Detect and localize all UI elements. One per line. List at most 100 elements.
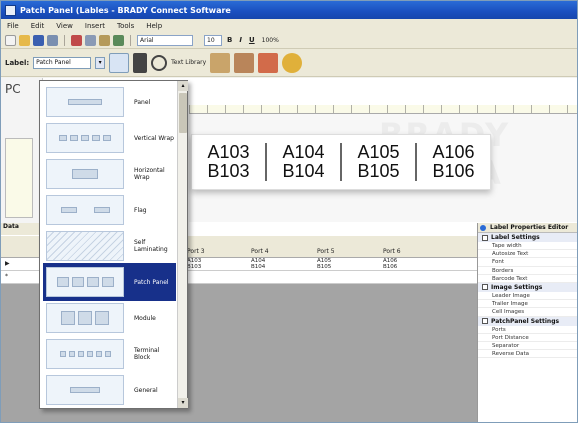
property-row[interactable]: Leader Image xyxy=(478,292,577,301)
port-bottom-text: B104 xyxy=(282,161,325,181)
zoom-select[interactable]: 100% xyxy=(260,37,281,44)
properties-panel: Label Properties Editor Label Settings T… xyxy=(477,223,577,422)
port-top-text: A106 xyxy=(432,142,475,162)
table-cell[interactable]: A104 B104 xyxy=(251,258,265,270)
dropdown-item-patch-panel[interactable]: Patch Panel xyxy=(43,263,176,301)
paste-icon[interactable] xyxy=(99,34,110,46)
vertical-wrap-thumbnail-icon xyxy=(46,123,124,153)
font-size-select[interactable]: 10 xyxy=(204,34,222,46)
property-row[interactable]: Trailer Image xyxy=(478,300,577,309)
property-row[interactable]: Separator xyxy=(478,342,577,351)
column-header[interactable]: Port 3 xyxy=(187,248,205,255)
property-row[interactable]: Ports xyxy=(478,326,577,334)
dropdown-item-horizontal-wrap[interactable]: Horizontal Wrap xyxy=(43,155,176,193)
dropdown-item-module[interactable]: Module xyxy=(43,299,176,337)
print-icon[interactable] xyxy=(47,34,58,46)
text-library-button[interactable]: Text Library xyxy=(171,59,206,66)
dropdown-item-vertical-wrap[interactable]: Vertical Wrap xyxy=(43,119,176,157)
new-row-marker[interactable]: * xyxy=(5,273,8,280)
bold-button[interactable]: B xyxy=(225,36,234,44)
insert-pattern-icon[interactable] xyxy=(234,52,255,73)
label-layout-icon[interactable] xyxy=(109,52,130,73)
port-cell[interactable]: A103 B103 xyxy=(192,143,267,181)
property-row[interactable]: Reverse Data xyxy=(478,350,577,359)
cut-icon[interactable] xyxy=(71,34,82,46)
italic-button[interactable]: I xyxy=(237,36,244,44)
save-icon[interactable] xyxy=(33,34,44,46)
zoom-lens-icon[interactable] xyxy=(151,54,168,71)
label-type-select[interactable]: Patch Panel xyxy=(33,56,92,69)
port-cell[interactable]: A106 B106 xyxy=(417,143,490,181)
port-top-text: A103 xyxy=(207,142,250,162)
horizontal-ruler xyxy=(189,105,577,114)
property-row[interactable]: Port Distance xyxy=(478,334,577,342)
table-cell[interactable]: A105 B105 xyxy=(317,258,331,270)
property-row[interactable]: Borders xyxy=(478,267,577,275)
dropdown-scrollbar[interactable]: ▴ ▾ xyxy=(177,81,188,408)
menu-tools[interactable]: Tools xyxy=(117,22,134,30)
label-type-dropdown-arrow[interactable]: ▾ xyxy=(95,56,106,69)
menu-file[interactable]: File xyxy=(7,22,19,30)
new-file-icon[interactable] xyxy=(5,34,16,46)
module-thumbnail-icon xyxy=(46,303,124,333)
underline-button[interactable]: U xyxy=(247,36,257,44)
section-label-settings[interactable]: Label Settings xyxy=(478,233,577,242)
dropdown-item-label: Panel xyxy=(134,98,151,106)
dropdown-item-general[interactable]: General xyxy=(43,371,176,409)
column-header[interactable]: Port 5 xyxy=(317,248,335,255)
font-name-select[interactable]: Arial xyxy=(137,34,193,46)
property-row[interactable]: Cell Images xyxy=(478,308,577,317)
dropdown-item-label: Patch Panel xyxy=(134,278,169,286)
title-bar: Patch Panel (Lables - BRADY Connect Soft… xyxy=(1,1,577,19)
dropdown-item-label: Flag xyxy=(134,206,147,214)
app-window: Patch Panel (Lables - BRADY Connect Soft… xyxy=(0,0,578,423)
label-type-caption: Label: xyxy=(5,58,30,67)
column-header[interactable]: Port 6 xyxy=(383,248,401,255)
dropdown-item-panel[interactable]: Panel xyxy=(43,83,176,121)
dropdown-item-label: General xyxy=(134,386,158,394)
scroll-thumb[interactable] xyxy=(179,93,187,133)
label-preview[interactable]: A103 B103 A104 B104 A105 B105 A106 B106 xyxy=(191,134,491,190)
properties-title-text: Label Properties Editor xyxy=(490,224,569,231)
scroll-up-icon[interactable]: ▴ xyxy=(178,81,188,91)
dropdown-item-terminal-block[interactable]: Terminal Block xyxy=(43,335,176,373)
dropdown-item-label: Vertical Wrap xyxy=(134,134,174,142)
menu-help[interactable]: Help xyxy=(146,22,162,30)
table-cell[interactable]: A103 B103 xyxy=(187,258,201,270)
insert-box-icon[interactable] xyxy=(210,52,231,73)
panel-thumbnail-icon xyxy=(46,87,124,117)
port-cell[interactable]: A104 B104 xyxy=(267,143,342,181)
menu-insert[interactable]: Insert xyxy=(85,22,105,30)
collapse-icon[interactable] xyxy=(482,234,488,241)
copy-icon[interactable] xyxy=(85,34,96,46)
property-row[interactable]: Font xyxy=(478,258,577,267)
row-selector-icon[interactable]: ▶ xyxy=(5,260,10,267)
collapse-icon[interactable] xyxy=(482,318,488,324)
property-row[interactable]: Tape width xyxy=(478,242,577,251)
window-title: Patch Panel (Lables - BRADY Connect Soft… xyxy=(20,5,231,15)
insert-shape-icon[interactable] xyxy=(258,52,279,73)
collapse-icon[interactable] xyxy=(482,284,488,291)
insert-image-icon[interactable] xyxy=(282,52,303,73)
scroll-down-icon[interactable]: ▾ xyxy=(178,398,188,408)
menu-view[interactable]: View xyxy=(56,22,73,30)
menu-edit[interactable]: Edit xyxy=(31,22,45,30)
terminal-block-thumbnail-icon xyxy=(46,339,124,369)
dropdown-item-flag[interactable]: Flag xyxy=(43,191,176,229)
property-row[interactable]: Barcode Text xyxy=(478,275,577,283)
dropdown-item-label: Horizontal Wrap xyxy=(134,167,165,181)
section-image-settings[interactable]: Image Settings xyxy=(478,282,577,292)
column-header[interactable]: Port 4 xyxy=(251,248,269,255)
section-patchpanel-settings[interactable]: PatchPanel Settings xyxy=(478,316,577,326)
port-top-text: A105 xyxy=(357,142,400,162)
open-folder-icon[interactable] xyxy=(19,34,30,46)
property-row[interactable]: Autosize Text xyxy=(478,250,577,259)
print-preview-icon[interactable] xyxy=(133,52,148,73)
side-strip: PC xyxy=(1,78,43,223)
table-cell[interactable]: A106 B106 xyxy=(383,258,397,270)
undo-icon[interactable] xyxy=(113,34,124,46)
general-thumbnail-icon xyxy=(46,375,124,405)
port-cell[interactable]: A105 B105 xyxy=(342,143,417,181)
app-icon xyxy=(5,4,16,16)
dropdown-item-self-laminating[interactable]: Self Laminating xyxy=(43,227,176,265)
